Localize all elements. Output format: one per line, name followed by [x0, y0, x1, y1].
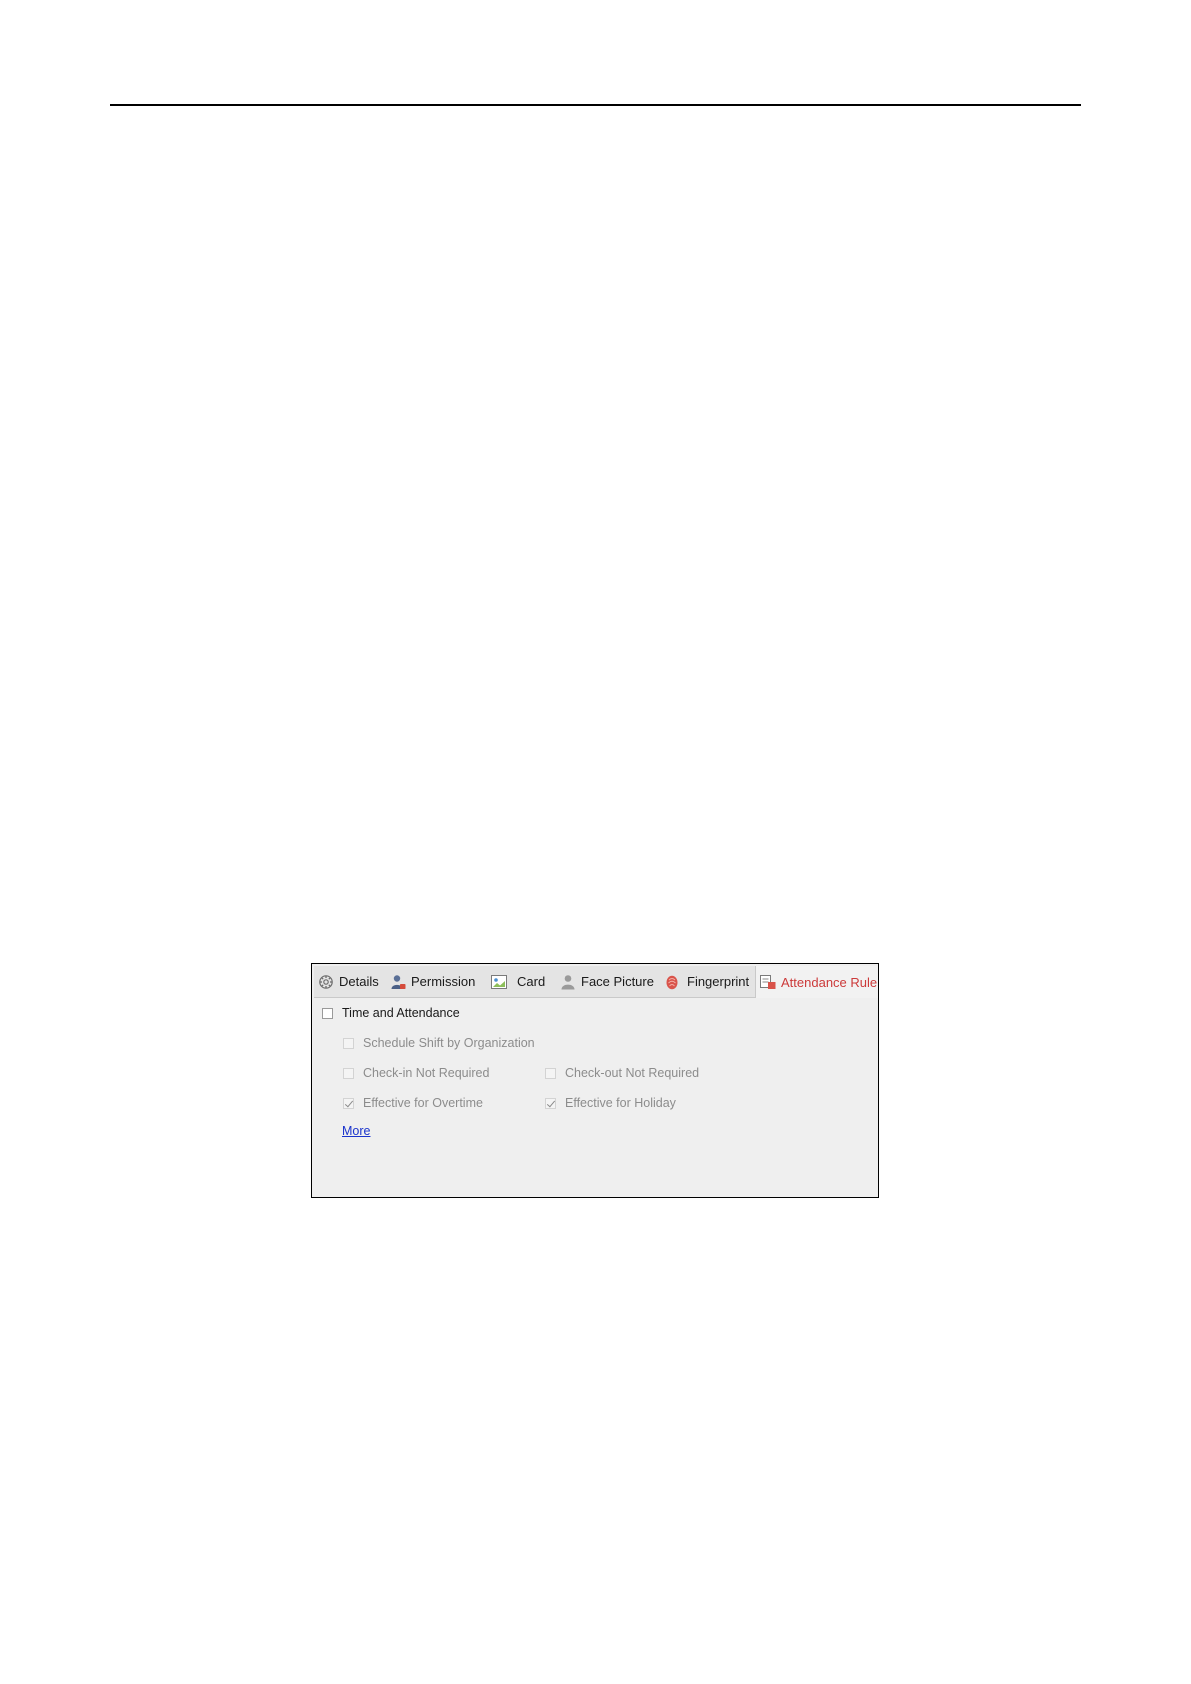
attendance-rule-icon [760, 974, 776, 990]
card-icon [491, 974, 507, 990]
checkout-not-required-option[interactable]: Check-out Not Required [545, 1066, 699, 1080]
fingerprint-icon [664, 974, 680, 990]
option-label: Effective for Holiday [565, 1096, 676, 1110]
tab-label: Card [517, 974, 546, 989]
tab-card[interactable]: Card [491, 966, 545, 997]
page-header-rule [110, 104, 1081, 106]
tab-label: Face Picture [581, 974, 654, 989]
person-icon [560, 974, 576, 990]
time-and-attendance-checkbox[interactable] [322, 1007, 333, 1019]
tab-label: Details [339, 974, 379, 989]
tab-label: Attendance Rule [781, 974, 878, 990]
tab-label: Permission [411, 974, 476, 989]
effective-overtime-option[interactable]: Effective for Overtime [343, 1096, 483, 1110]
schedule-shift-option[interactable]: Schedule Shift by Organization [343, 1036, 535, 1050]
tab-face-picture[interactable]: Face Picture [560, 966, 654, 997]
option-label: Check-in Not Required [363, 1066, 490, 1080]
tab-fingerprint[interactable]: Fingerprint [664, 966, 749, 997]
tab-label: Fingerprint [687, 974, 750, 989]
schedule-shift-checkbox[interactable] [343, 1037, 354, 1049]
option-label: Schedule Shift by Organization [363, 1036, 535, 1050]
tab-bar: Details Permission Card Face Picture Fin… [314, 966, 878, 998]
effective-overtime-checkbox[interactable] [343, 1097, 354, 1109]
time-and-attendance-option[interactable]: Time and Attendance [322, 1006, 460, 1020]
tab-attendance-rule[interactable]: Attendance Rule [755, 966, 878, 998]
option-label: Check-out Not Required [565, 1066, 700, 1080]
more-link[interactable]: More [342, 1124, 370, 1138]
checkin-not-required-checkbox[interactable] [343, 1067, 354, 1079]
gear-icon [318, 974, 334, 990]
option-label: Effective for Overtime [363, 1096, 483, 1110]
tab-permission[interactable]: Permission [390, 966, 475, 997]
user-permission-icon [390, 974, 406, 990]
option-label: Time and Attendance [342, 1006, 460, 1020]
person-settings-panel: Details Permission Card Face Picture Fin… [311, 963, 879, 1198]
tab-details[interactable]: Details [318, 966, 379, 997]
effective-holiday-checkbox[interactable] [545, 1097, 556, 1109]
checkout-not-required-checkbox[interactable] [545, 1067, 556, 1079]
effective-holiday-option[interactable]: Effective for Holiday [545, 1096, 676, 1110]
checkin-not-required-option[interactable]: Check-in Not Required [343, 1066, 489, 1080]
